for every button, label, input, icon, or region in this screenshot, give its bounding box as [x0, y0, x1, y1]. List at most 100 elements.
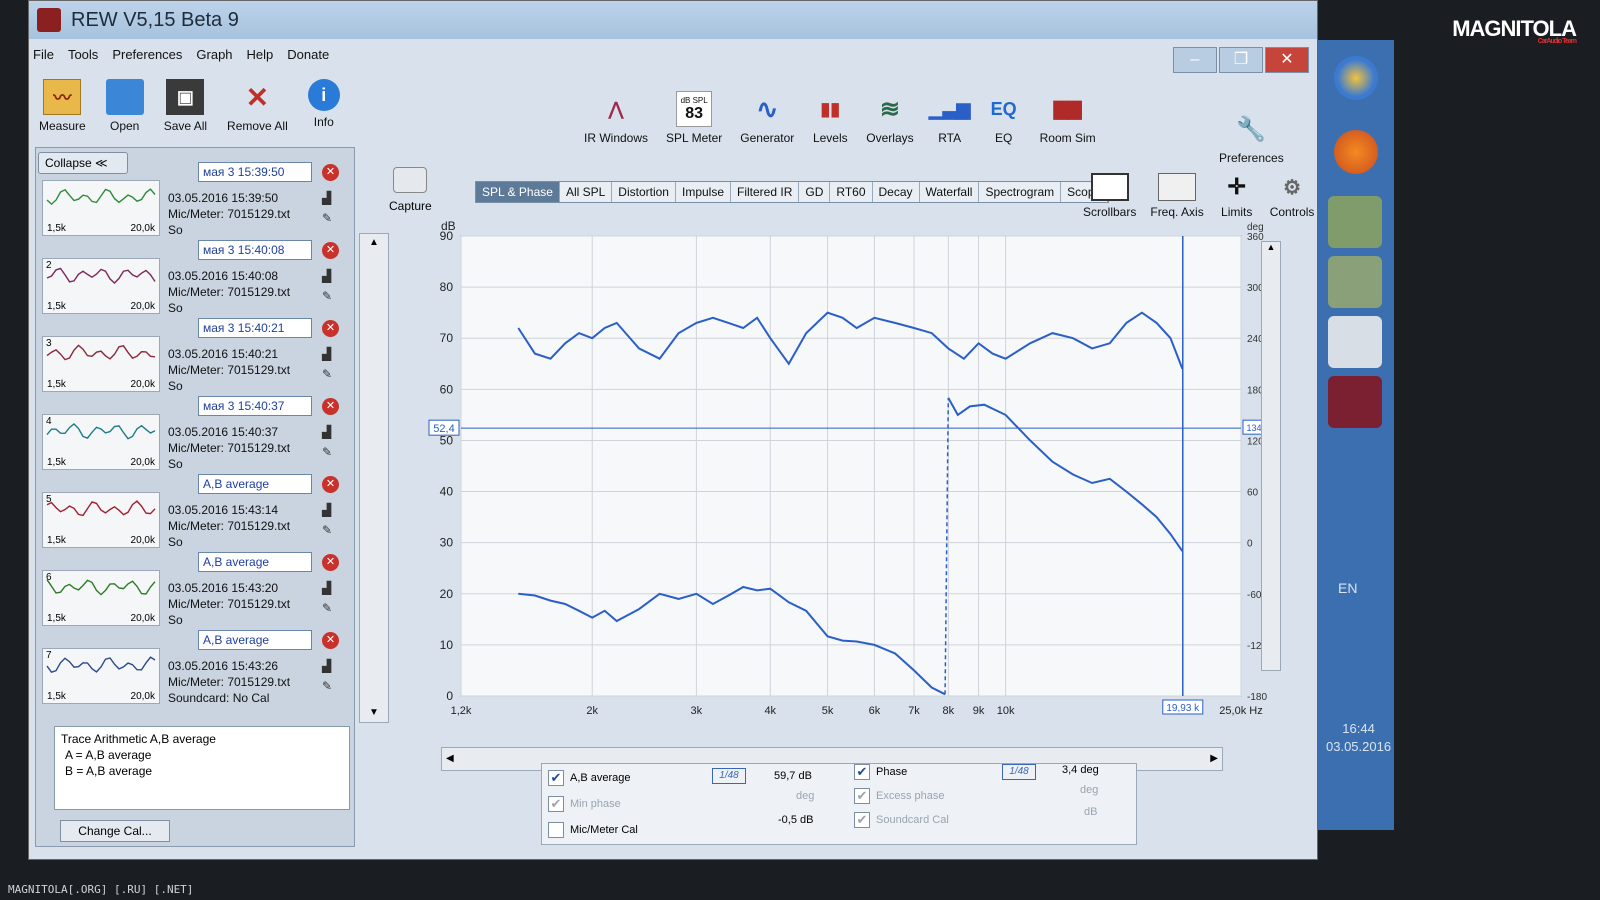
edit-icon[interactable]: ✎	[322, 520, 332, 540]
tab-gd[interactable]: GD	[799, 182, 831, 202]
eq-button[interactable]: EQ EQ	[986, 91, 1022, 146]
graph-type-icon[interactable]: ▟	[322, 344, 332, 364]
tab-filtered-ir[interactable]: Filtered IR	[731, 182, 800, 202]
edit-icon[interactable]: ✎	[322, 442, 332, 462]
edit-icon[interactable]: ✎	[322, 598, 332, 618]
scroll-up-icon[interactable]: ▲	[1262, 242, 1280, 252]
change-cal-button[interactable]: Change Cal...	[60, 820, 170, 842]
tab-all-spl[interactable]: All SPL	[560, 182, 613, 202]
delete-measurement-icon[interactable]: ✕	[322, 242, 339, 259]
tab-distortion[interactable]: Distortion	[612, 182, 676, 202]
measurement-thumbnail[interactable]: 6 1,5k 20,0k	[42, 570, 160, 626]
scroll-right-icon[interactable]: ▶	[1210, 753, 1218, 764]
start-icon[interactable]	[1334, 56, 1378, 100]
soundcard-cal-checkbox[interactable]: ✔	[854, 812, 870, 828]
graph-type-icon[interactable]: ▟	[322, 500, 332, 520]
measurement-item[interactable]: мая 3 15:40:21 ✕ 3 1,5k 20,0k 03.05.2016 15:4…	[38, 318, 350, 396]
delete-measurement-icon[interactable]: ✕	[322, 554, 339, 571]
generator-button[interactable]: ∿ Generator	[740, 91, 794, 146]
tab-waterfall[interactable]: Waterfall	[920, 182, 980, 202]
scrollbars-button[interactable]: Scrollbars	[1083, 173, 1136, 219]
tab-spl-phase[interactable]: SPL & Phase	[476, 182, 560, 202]
tab-spectrogram[interactable]: Spectrogram	[979, 182, 1062, 202]
delete-measurement-icon[interactable]: ✕	[322, 320, 339, 337]
language-indicator[interactable]: EN	[1338, 580, 1357, 596]
info-button[interactable]: i Info	[307, 79, 340, 133]
measurement-name-field[interactable]: мая 3 15:40:21	[198, 318, 312, 338]
measurement-thumbnail[interactable]: 3 1,5k 20,0k	[42, 336, 160, 392]
limits-button[interactable]: ✛ Limits	[1218, 173, 1256, 219]
rta-button[interactable]: ▁▃▆ RTA	[929, 91, 971, 146]
room-sim-button[interactable]: ▇▇ Room Sim	[1040, 91, 1096, 146]
ir-windows-button[interactable]: ⋀ IR Windows	[584, 91, 648, 146]
edit-icon[interactable]: ✎	[322, 286, 332, 306]
measurement-thumbnail[interactable]: 4 1,5k 20,0k	[42, 414, 160, 470]
save-all-button[interactable]: ▣ Save All	[164, 79, 207, 133]
delete-measurement-icon[interactable]: ✕	[322, 632, 339, 649]
mic-cal-checkbox[interactable]	[548, 822, 564, 838]
measurement-thumbnail[interactable]: 5 1,5k 20,0k	[42, 492, 160, 548]
firefox-icon[interactable]	[1334, 130, 1378, 174]
open-button[interactable]: Open	[105, 79, 144, 133]
measurement-scrollbar[interactable]: ▲ ▼	[359, 233, 389, 723]
graph-type-icon[interactable]: ▟	[322, 422, 332, 442]
scroll-down-icon[interactable]: ▼	[360, 704, 388, 722]
clock[interactable]: 16:44 03.05.2016	[1326, 720, 1391, 756]
spl-checkbox[interactable]: ✔	[548, 770, 564, 786]
measurement-name-field[interactable]: A,B average	[198, 474, 312, 494]
freq-axis-button[interactable]: Freq. Axis	[1150, 173, 1204, 219]
smoothing-button[interactable]: 1/48	[712, 768, 746, 784]
minimize-button[interactable]: –	[1173, 47, 1217, 73]
menu-donate[interactable]: Donate	[287, 47, 329, 62]
remove-all-button[interactable]: ✕ Remove All	[227, 79, 288, 134]
phase-smoothing-button[interactable]: 1/48	[1002, 764, 1036, 780]
measurement-item[interactable]: A,B average ✕ 5 1,5k 20,0k 03.05.2016 15:43:1…	[38, 474, 350, 552]
levels-button[interactable]: ▮▮ Levels	[812, 91, 848, 146]
measurement-name-field[interactable]: A,B average	[198, 552, 312, 572]
menu-graph[interactable]: Graph	[196, 47, 232, 62]
edit-icon[interactable]: ✎	[322, 364, 332, 384]
measurement-name-field[interactable]: мая 3 15:40:08	[198, 240, 312, 260]
measurement-item[interactable]: мая 3 15:39:50 ✕ 1,5k 20,0k 03.05.2016 15:39…	[38, 162, 350, 240]
graph-type-icon[interactable]: ▟	[322, 266, 332, 286]
measurement-thumbnail[interactable]: 1,5k 20,0k	[42, 180, 160, 236]
capture-button[interactable]: Capture	[389, 167, 432, 213]
phase-checkbox[interactable]: ✔	[854, 764, 870, 780]
menu-file[interactable]: File	[33, 47, 54, 62]
measurement-thumbnail[interactable]: 2 1,5k 20,0k	[42, 258, 160, 314]
graph-type-icon[interactable]: ▟	[322, 656, 332, 676]
excess-phase-checkbox[interactable]: ✔	[854, 788, 870, 804]
delete-measurement-icon[interactable]: ✕	[322, 164, 339, 181]
measurement-name-field[interactable]: A,B average	[198, 630, 312, 650]
min-phase-checkbox[interactable]: ✔	[548, 796, 564, 812]
edit-icon[interactable]: ✎	[322, 676, 332, 696]
delete-measurement-icon[interactable]: ✕	[322, 476, 339, 493]
menu-tools[interactable]: Tools	[68, 47, 98, 62]
menu-help[interactable]: Help	[247, 47, 274, 62]
tab-rt60[interactable]: RT60	[830, 182, 873, 202]
measurement-item[interactable]: мая 3 15:40:37 ✕ 4 1,5k 20,0k 03.05.2016 15:4…	[38, 396, 350, 474]
measurement-name-field[interactable]: мая 3 15:39:50	[198, 162, 312, 182]
measurement-item[interactable]: A,B average ✕ 7 1,5k 20,0k 03.05.2016 15:43:2…	[38, 630, 350, 708]
overlays-button[interactable]: ≋ Overlays	[866, 91, 913, 146]
measure-button[interactable]: 〰 Measure	[39, 79, 86, 133]
rew-taskbar-icon[interactable]	[1328, 376, 1382, 428]
close-button[interactable]: ✕	[1265, 47, 1309, 73]
measurement-item[interactable]: мая 3 15:40:08 ✕ 2 1,5k 20,0k 03.05.2016 15:4…	[38, 240, 350, 318]
graph-type-icon[interactable]: ▟	[322, 578, 332, 598]
maximize-button[interactable]: ❐	[1219, 47, 1263, 73]
graph-type-icon[interactable]: ▟	[322, 188, 332, 208]
spl-phase-graph[interactable]: 0 10 20 30 40 50 60 70 80 90 dB 360 300 240 180 120 60 0-…	[399, 216, 1279, 751]
spl-meter-button[interactable]: dB SPL 83 SPL Meter	[666, 91, 722, 145]
controls-button[interactable]: ⚙ Controls	[1270, 173, 1315, 220]
app-icon-2[interactable]	[1328, 256, 1382, 308]
preferences-button[interactable]: 🔧 Preferences	[1219, 111, 1284, 166]
scroll-left-icon[interactable]: ◀	[446, 753, 454, 764]
tab-decay[interactable]: Decay	[873, 182, 920, 202]
menu-preferences[interactable]: Preferences	[112, 47, 182, 62]
java-icon[interactable]	[1328, 316, 1382, 368]
graph-vertical-scrollbar[interactable]: ▲	[1261, 241, 1281, 671]
scroll-up-icon[interactable]: ▲	[360, 234, 388, 252]
measurement-thumbnail[interactable]: 7 1,5k 20,0k	[42, 648, 160, 704]
measurement-item[interactable]: A,B average ✕ 6 1,5k 20,0k 03.05.2016 15:43:2…	[38, 552, 350, 630]
